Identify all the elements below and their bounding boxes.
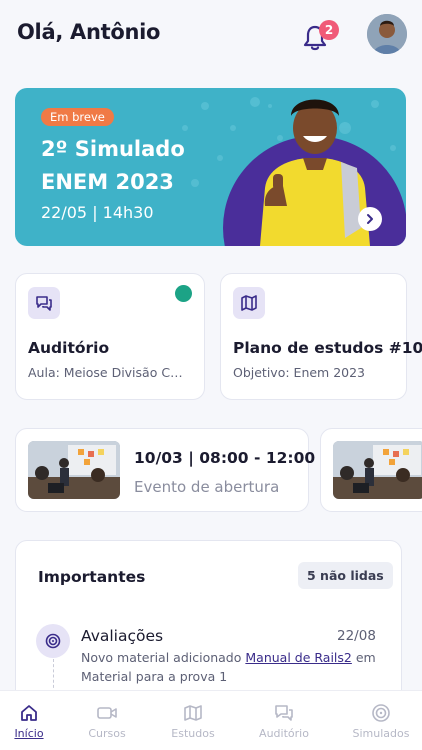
banner-title: 2º Simulado ENEM 2023 — [41, 137, 185, 194]
target-icon — [372, 704, 390, 722]
card-title: Auditório — [28, 339, 110, 357]
event-time: 10/03 | 08:00 - 12:00 — [134, 449, 316, 467]
card-subtitle: Objetivo: Enem 2023 — [233, 365, 366, 380]
banner-next-button[interactable] — [358, 207, 382, 231]
notification-text-start: Novo material adicionado — [81, 650, 246, 665]
card-subtitle: Aula: Meiose Divisão Celular — [28, 365, 190, 380]
tab-auditorio[interactable]: Auditório — [242, 691, 326, 750]
greeting-title: Olá, Antônio — [17, 20, 161, 44]
unread-count-badge[interactable]: 5 não lidas — [298, 562, 393, 589]
bottom-tab-bar: Início Cursos Estudos Auditório Simulado… — [0, 690, 422, 750]
event-thumbnail — [28, 441, 120, 499]
user-avatar[interactable] — [367, 14, 407, 54]
important-panel: Importantes 5 não lidas Avaliações 22/08… — [15, 540, 402, 710]
coming-soon-badge: Em breve — [41, 108, 114, 126]
target-icon — [36, 624, 70, 658]
home-icon — [21, 705, 37, 721]
tab-label: Simulados — [352, 727, 410, 740]
map-icon — [184, 705, 202, 721]
chat-icon — [28, 287, 60, 319]
notification-text: Novo material adicionado Manual de Rails… — [81, 648, 386, 686]
tab-label: Início — [14, 727, 44, 740]
event-thumbnail — [333, 441, 422, 499]
card-title: Plano de estudos #10 — [233, 339, 422, 357]
simulado-banner[interactable]: Em breve 2º Simulado ENEM 2023 22/05 | 1… — [15, 88, 406, 246]
material-link[interactable]: Manual de Rails2 — [245, 650, 351, 665]
notification-badge: 2 — [319, 20, 339, 40]
notification-title[interactable]: Avaliações — [81, 627, 163, 645]
event-name: Evento de abertura — [134, 478, 280, 496]
app-header: Olá, Antônio 2 — [0, 0, 422, 72]
map-icon — [233, 287, 265, 319]
tab-estudos[interactable]: Estudos — [151, 691, 235, 750]
tab-inicio[interactable]: Início — [0, 691, 71, 750]
important-title: Importantes — [38, 568, 146, 586]
video-icon — [97, 707, 117, 719]
tab-label: Cursos — [88, 727, 126, 740]
tab-label: Auditório — [259, 727, 309, 740]
tab-cursos[interactable]: Cursos — [65, 691, 149, 750]
chevron-right-icon — [367, 214, 373, 224]
notification-date: 22/08 — [337, 628, 376, 644]
banner-date: 22/05 | 14h30 — [41, 203, 154, 222]
chat-icon — [275, 705, 293, 721]
event-card[interactable]: 10/03 | 08:00 - 12:00 Evento de abertura — [15, 428, 315, 512]
auditorio-card[interactable]: Auditório Aula: Meiose Divisão Celular — [15, 273, 205, 400]
tab-simulados[interactable]: Simulados — [339, 691, 422, 750]
event-card-next[interactable] — [320, 428, 422, 512]
study-plan-card[interactable]: Plano de estudos #10 Objetivo: Enem 2023 — [220, 273, 422, 400]
online-status-dot — [175, 285, 192, 302]
tab-label: Estudos — [171, 727, 215, 740]
